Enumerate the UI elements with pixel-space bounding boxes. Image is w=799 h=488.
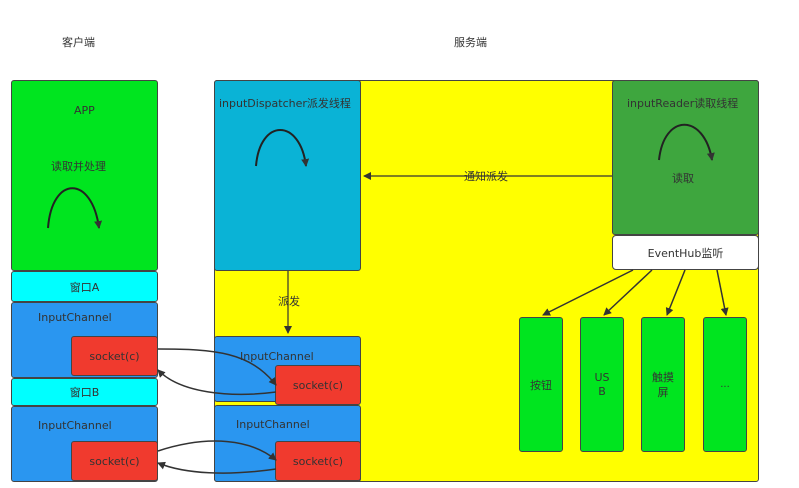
eventhub-to-touchscreen-arrow	[665, 269, 686, 316]
socket-a-client-to-server-arrow	[157, 348, 277, 386]
socket-b-client-to-server-arrow	[157, 440, 277, 461]
socket-a-server-to-client-arrow	[157, 369, 277, 396]
eventhub-to-usb-arrow	[603, 269, 653, 316]
reader-cycle-icon	[658, 123, 715, 161]
eventhub-to-button-arrow	[542, 269, 634, 316]
app-cycle-icon	[47, 187, 103, 229]
dispatcher-cycle-icon	[255, 129, 310, 167]
connector-layer	[47, 123, 729, 474]
eventhub-to-more-arrow	[716, 269, 729, 316]
socket-b-server-to-client-arrow	[157, 461, 277, 474]
